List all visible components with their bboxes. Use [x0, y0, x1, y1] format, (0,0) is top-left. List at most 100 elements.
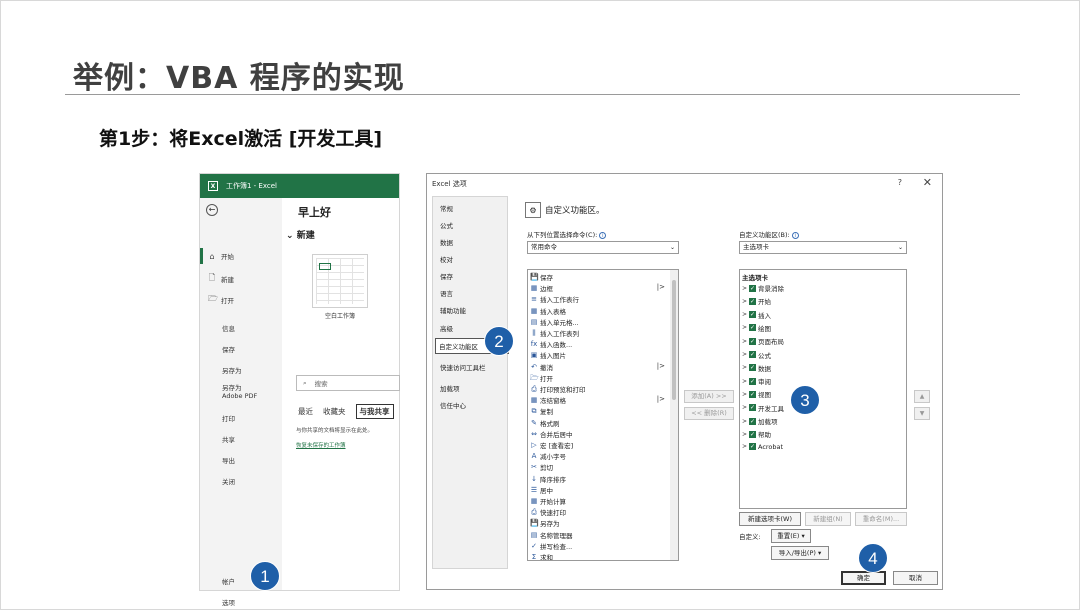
checkbox-icon[interactable]: ✓: [749, 364, 756, 372]
rename-button[interactable]: 重命名(M)...: [855, 512, 907, 526]
command-item[interactable]: ▦ 冻结窗格: [530, 395, 566, 405]
ribbon-tabs-tree[interactable]: 主选项卡 > ✓ 背景消除 > ✓ 开始 > ✓ 插入 > ✓ 绘图 > ✓ 页面布局 > ✓ 公式 > ✓ 数据 > ✓ 审…: [739, 269, 907, 509]
category-trust-center[interactable]: 信任中心: [440, 400, 466, 410]
expand-chevron-icon[interactable]: >: [742, 311, 747, 318]
new-group-button[interactable]: 新建组(N): [805, 512, 851, 526]
checkbox-icon[interactable]: ✓: [749, 284, 756, 292]
checkbox-icon[interactable]: ✓: [749, 404, 756, 412]
nav-item-account[interactable]: 帐户: [222, 576, 235, 586]
nav-item-options[interactable]: 选项: [222, 597, 235, 607]
category-quick-access[interactable]: 快速访问工具栏: [440, 362, 486, 372]
command-item[interactable]: ▤ 名称管理器: [530, 530, 573, 540]
category-language[interactable]: 语言: [440, 288, 453, 298]
ribbon-tab-item[interactable]: > ✓ 背景消除: [742, 283, 784, 293]
expand-chevron-icon[interactable]: >: [742, 431, 747, 438]
ribbon-tab-item[interactable]: > ✓ 页面布局: [742, 336, 784, 346]
nav-item-share[interactable]: 共享: [222, 434, 235, 444]
command-item[interactable]: ✂ 剪切: [530, 462, 553, 472]
command-item[interactable]: ⎙ 打印预览和打印: [530, 384, 585, 394]
ribbon-tab-item[interactable]: > ✓ 加载项: [742, 416, 778, 426]
command-item[interactable]: ▦ 插入表格: [530, 306, 566, 316]
expand-chevron-icon[interactable]: >: [742, 298, 747, 305]
expand-chevron-icon[interactable]: >: [742, 378, 747, 385]
command-item[interactable]: ▤ 插入单元格...: [530, 317, 579, 327]
ribbon-tab-item[interactable]: > ✓ 开发工具: [742, 403, 784, 413]
expand-chevron-icon[interactable]: >: [742, 391, 747, 398]
category-proofing[interactable]: 校对: [440, 254, 453, 264]
command-item[interactable]: ▦ 开始计算: [530, 496, 566, 506]
customize-ribbon-select[interactable]: 主选项卡 ⌄: [739, 241, 907, 254]
command-item[interactable]: ↶ 撤消: [530, 362, 553, 372]
ribbon-tab-item[interactable]: > ✓ 数据: [742, 363, 771, 373]
command-item[interactable]: ▣ 插入图片: [530, 350, 566, 360]
command-item[interactable]: 💾 另存为: [530, 518, 560, 528]
commands-scrollbar[interactable]: [670, 270, 678, 560]
nav-item-save[interactable]: 保存: [222, 344, 235, 354]
search-input[interactable]: ⌕ 搜索: [296, 375, 400, 391]
nav-item-info[interactable]: 信息: [222, 323, 235, 333]
reset-button[interactable]: 重置(E) ▾: [771, 529, 811, 543]
category-advanced[interactable]: 高级: [440, 323, 453, 333]
expand-chevron-icon[interactable]: >: [742, 351, 747, 358]
category-save[interactable]: 保存: [440, 271, 453, 281]
remove-button[interactable]: << 删除(R): [684, 407, 734, 420]
add-button[interactable]: 添加(A) >>: [684, 390, 734, 403]
checkbox-icon[interactable]: ✓: [749, 311, 756, 319]
command-item[interactable]: ≡ 插入工作表行: [530, 294, 579, 304]
nav-item-new[interactable]: 🗋 新建: [208, 272, 234, 286]
checkbox-icon[interactable]: ✓: [749, 377, 756, 385]
recover-link[interactable]: 恢复未保存的工作簿: [296, 441, 346, 449]
ribbon-tab-item[interactable]: > ✓ 绘图: [742, 323, 771, 333]
command-item[interactable]: ↓ 降序排序: [530, 474, 566, 484]
checkbox-icon[interactable]: ✓: [749, 324, 756, 332]
ribbon-tab-item[interactable]: > ✓ Acrobat: [742, 443, 783, 451]
ok-button[interactable]: 确定: [841, 571, 886, 585]
category-addins[interactable]: 加载项: [440, 383, 460, 393]
tab-shared[interactable]: 与我共享: [355, 404, 394, 419]
command-item[interactable]: fx 插入函数...: [530, 339, 573, 349]
nav-item-home[interactable]: ⌂ 开始: [208, 251, 234, 262]
category-general[interactable]: 常规: [440, 203, 453, 213]
category-formulas[interactable]: 公式: [440, 220, 453, 230]
checkbox-icon[interactable]: ✓: [749, 417, 756, 425]
command-item[interactable]: Σ 求和: [530, 552, 553, 560]
expand-chevron-icon[interactable]: >: [742, 364, 747, 371]
checkbox-icon[interactable]: ✓: [749, 390, 756, 398]
checkbox-icon[interactable]: ✓: [749, 443, 756, 451]
tab-recent[interactable]: 最近: [298, 406, 313, 417]
expand-chevron-icon[interactable]: >: [742, 418, 747, 425]
command-item[interactable]: ✎ 格式刷: [530, 418, 559, 428]
nav-item-close[interactable]: 关闭: [222, 476, 235, 486]
nav-item-print[interactable]: 打印: [222, 413, 235, 423]
ribbon-tab-item[interactable]: > ✓ 视图: [742, 389, 771, 399]
command-item[interactable]: ☰ 居中: [530, 485, 553, 495]
command-item[interactable]: ⎙ 快速打印: [530, 507, 566, 517]
nav-item-export[interactable]: 导出: [222, 455, 235, 465]
expand-chevron-icon[interactable]: >: [742, 443, 747, 450]
cancel-button[interactable]: 取消: [893, 571, 938, 585]
checkbox-icon[interactable]: ✓: [749, 430, 756, 438]
category-data[interactable]: 数据: [440, 237, 453, 247]
ribbon-tab-item[interactable]: > ✓ 插入: [742, 310, 771, 320]
checkbox-icon[interactable]: ✓: [749, 297, 756, 305]
command-item[interactable]: ⧉ 复制: [530, 406, 554, 416]
command-item[interactable]: 🗁 打开: [530, 373, 553, 383]
nav-item-open[interactable]: 🗁 打开: [208, 293, 234, 307]
command-item[interactable]: A 减小字号: [530, 451, 566, 461]
command-item[interactable]: 💾 保存: [530, 272, 553, 282]
move-up-button[interactable]: ▲: [914, 390, 930, 403]
expand-chevron-icon[interactable]: >: [742, 324, 747, 331]
ribbon-tab-item[interactable]: > ✓ 帮助: [742, 429, 771, 439]
command-item[interactable]: ✓ 拼写检查...: [530, 541, 572, 551]
nav-item-save-as[interactable]: 另存为: [222, 365, 242, 375]
blank-workbook-thumbnail[interactable]: [312, 254, 368, 308]
category-accessibility[interactable]: 辅助功能: [440, 305, 466, 315]
move-down-button[interactable]: ▼: [914, 407, 930, 420]
tab-favorites[interactable]: 收藏夹: [323, 406, 346, 417]
new-tab-button[interactable]: 新建选项卡(W): [739, 512, 801, 526]
choose-commands-select[interactable]: 常用命令 ⌄: [527, 241, 679, 254]
ribbon-tab-item[interactable]: > ✓ 审阅: [742, 376, 771, 386]
expand-chevron-icon[interactable]: >: [742, 338, 747, 345]
ribbon-tab-item[interactable]: > ✓ 开始: [742, 296, 771, 306]
back-arrow-icon[interactable]: ←: [206, 204, 218, 216]
